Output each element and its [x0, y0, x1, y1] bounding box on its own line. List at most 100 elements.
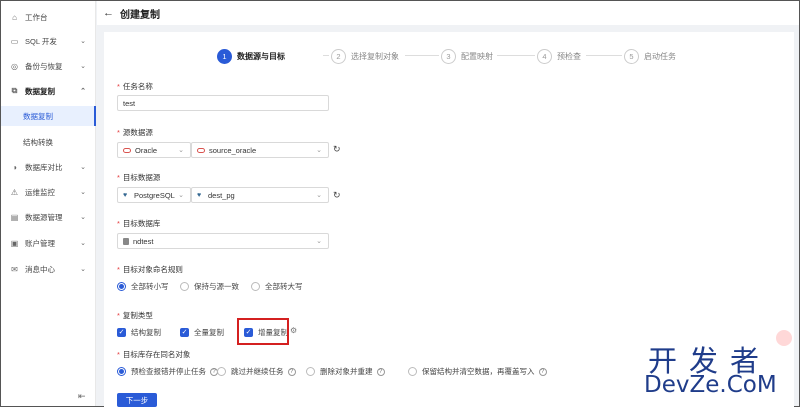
- task-name-input[interactable]: test: [117, 95, 329, 111]
- help-icon[interactable]: ?: [538, 367, 547, 376]
- target-name-select[interactable]: ♥ dest_pg ⌄: [191, 187, 329, 203]
- conflict-label: * 目标库存在同名对象: [117, 350, 191, 359]
- sidebar-item-label: SQL 开发: [25, 36, 57, 46]
- highlight-box: [237, 318, 289, 345]
- next-button[interactable]: 下一步: [117, 393, 157, 407]
- backup-icon: ◎: [11, 61, 18, 71]
- chevron-down-icon: ⌄: [80, 214, 86, 221]
- datasource-icon: ▤: [10, 212, 19, 222]
- radio-button[interactable]: [117, 367, 126, 376]
- target-db-select[interactable]: ndtest ⌄: [117, 233, 329, 249]
- step-connector: [497, 55, 535, 56]
- help-icon[interactable]: ?: [376, 367, 385, 376]
- radio-button[interactable]: [180, 282, 189, 291]
- naming-radio-keep[interactable]: 保持与源一致: [180, 281, 239, 292]
- radio-button[interactable]: [306, 367, 315, 376]
- step-connector: [586, 55, 622, 56]
- conflict-radio-error[interactable]: 预检查报错并停止任务 ?: [117, 366, 218, 377]
- postgresql-icon: ♥: [197, 191, 202, 199]
- sidebar-item-data-copy[interactable]: ⧉ 数据复制 ⌃: [1, 81, 96, 101]
- step-4: 4 预检查: [537, 48, 581, 64]
- step-label: 数据源与目标: [237, 51, 285, 61]
- help-icon[interactable]: ?: [287, 367, 296, 376]
- step-label: 选择复制对象: [351, 51, 399, 61]
- chevron-down-icon: ⌄: [80, 164, 86, 171]
- checkbox-checked-icon[interactable]: ✓: [180, 328, 189, 337]
- sidebar-item-backup[interactable]: ◎ 备份与恢复 ⌄: [1, 56, 96, 76]
- sidebar-item-label: 工作台: [25, 12, 48, 22]
- database-icon: [123, 237, 129, 245]
- watermark-logo: 开发者 DevZe.CoM: [644, 344, 777, 398]
- refresh-icon[interactable]: ↻: [333, 190, 341, 201]
- source-name-select[interactable]: source_oracle ⌄: [191, 142, 329, 158]
- step-5: 5 启动任务: [624, 48, 676, 64]
- back-arrow-icon[interactable]: ←: [103, 7, 114, 19]
- source-label: * 源数据源: [117, 128, 153, 137]
- step-label: 预检查: [557, 51, 581, 61]
- step-number: 3: [441, 48, 456, 64]
- postgresql-icon: ♥: [123, 191, 128, 199]
- step-number: 1: [217, 48, 232, 64]
- message-icon: ✉: [11, 264, 18, 274]
- conflict-radio-skip[interactable]: 跳过并继续任务 ?: [217, 366, 296, 377]
- chevron-down-icon: ⌄: [80, 189, 86, 196]
- task-name-label: * 任务名称: [117, 82, 153, 91]
- home-icon: ⌂: [12, 12, 17, 22]
- step-3: 3 配置映射: [441, 48, 493, 64]
- oracle-icon: [197, 147, 205, 153]
- naming-rule-label: * 目标对象命名规则: [117, 265, 183, 274]
- sidebar-item-label: 运维监控: [25, 187, 55, 197]
- copy-type-full[interactable]: ✓ 全量复制: [180, 327, 224, 338]
- target-label: * 目标数据源: [117, 173, 161, 182]
- page-header: ← 创建复制: [97, 1, 799, 25]
- account-icon: ▣: [10, 238, 19, 248]
- checkbox-checked-icon[interactable]: ✓: [117, 328, 126, 337]
- step-2: 2 选择复制对象: [331, 48, 399, 64]
- sidebar-subitem-data-copy[interactable]: 数据复制: [1, 106, 96, 126]
- chevron-down-icon: ⌄: [80, 240, 86, 247]
- chevron-down-icon: ⌄: [178, 147, 184, 154]
- monitor-icon: ⚠: [10, 187, 19, 197]
- sidebar-item-workbench[interactable]: ⌂ 工作台: [1, 7, 96, 27]
- radio-button[interactable]: [117, 282, 126, 291]
- naming-radio-uppercase[interactable]: 全部转大写: [251, 281, 303, 292]
- step-connector: [323, 55, 329, 56]
- sidebar-item-monitor[interactable]: ⚠ 运维监控 ⌄: [1, 182, 96, 202]
- source-type-select[interactable]: Oracle ⌄: [117, 142, 191, 158]
- compare-icon: ◑: [12, 162, 17, 172]
- naming-radio-lowercase[interactable]: 全部转小写: [117, 281, 169, 292]
- sidebar-item-label: 数据复制: [25, 86, 55, 96]
- step-label: 配置映射: [461, 51, 493, 61]
- sidebar-item-sql-dev[interactable]: ▭ SQL 开发 ⌄: [1, 31, 96, 51]
- chevron-down-icon: ⌄: [316, 147, 322, 154]
- sidebar-item-datasource[interactable]: ▤ 数据源管理 ⌄: [1, 207, 96, 227]
- radio-button[interactable]: [251, 282, 260, 291]
- conflict-radio-truncate[interactable]: 保留结构并清空数据，再覆盖写入 ?: [408, 366, 547, 377]
- step-number: 2: [331, 48, 346, 64]
- chevron-down-icon: ⌄: [80, 38, 86, 45]
- chevron-up-icon: ⌃: [80, 88, 86, 95]
- conflict-radio-drop[interactable]: 删除对象并重建 ?: [306, 366, 385, 377]
- radio-button[interactable]: [217, 367, 226, 376]
- step-connector: [405, 55, 439, 56]
- step-label: 启动任务: [644, 51, 676, 61]
- sidebar-item-label: 备份与恢复: [25, 61, 63, 71]
- sidebar-item-messages[interactable]: ✉ 消息中心 ⌄: [1, 259, 96, 279]
- sidebar-item-label: 数据复制: [23, 111, 53, 121]
- sidebar-item-label: 消息中心: [25, 264, 55, 274]
- collapse-sidebar-icon[interactable]: ⇤: [78, 391, 86, 402]
- page-title: 创建复制: [120, 9, 160, 21]
- refresh-icon[interactable]: ↻: [333, 144, 341, 155]
- sidebar-subitem-schema-convert[interactable]: 结构转换: [1, 132, 96, 152]
- chevron-down-icon: ⌄: [80, 63, 86, 70]
- gear-icon[interactable]: ⚙: [290, 326, 297, 335]
- step-number: 5: [624, 48, 639, 64]
- sidebar-item-label: 账户管理: [25, 238, 55, 248]
- sidebar-item-db-compare[interactable]: ◑ 数据库对比 ⌄: [1, 157, 96, 177]
- radio-button[interactable]: [408, 367, 417, 376]
- sidebar-item-account[interactable]: ▣ 账户管理 ⌄: [1, 233, 96, 253]
- chevron-down-icon: ⌄: [316, 238, 322, 245]
- copy-type-schema[interactable]: ✓ 结构复制: [117, 327, 161, 338]
- target-type-select[interactable]: ♥ PostgreSQL ⌄: [117, 187, 191, 203]
- sidebar-item-label: 数据源管理: [25, 212, 63, 222]
